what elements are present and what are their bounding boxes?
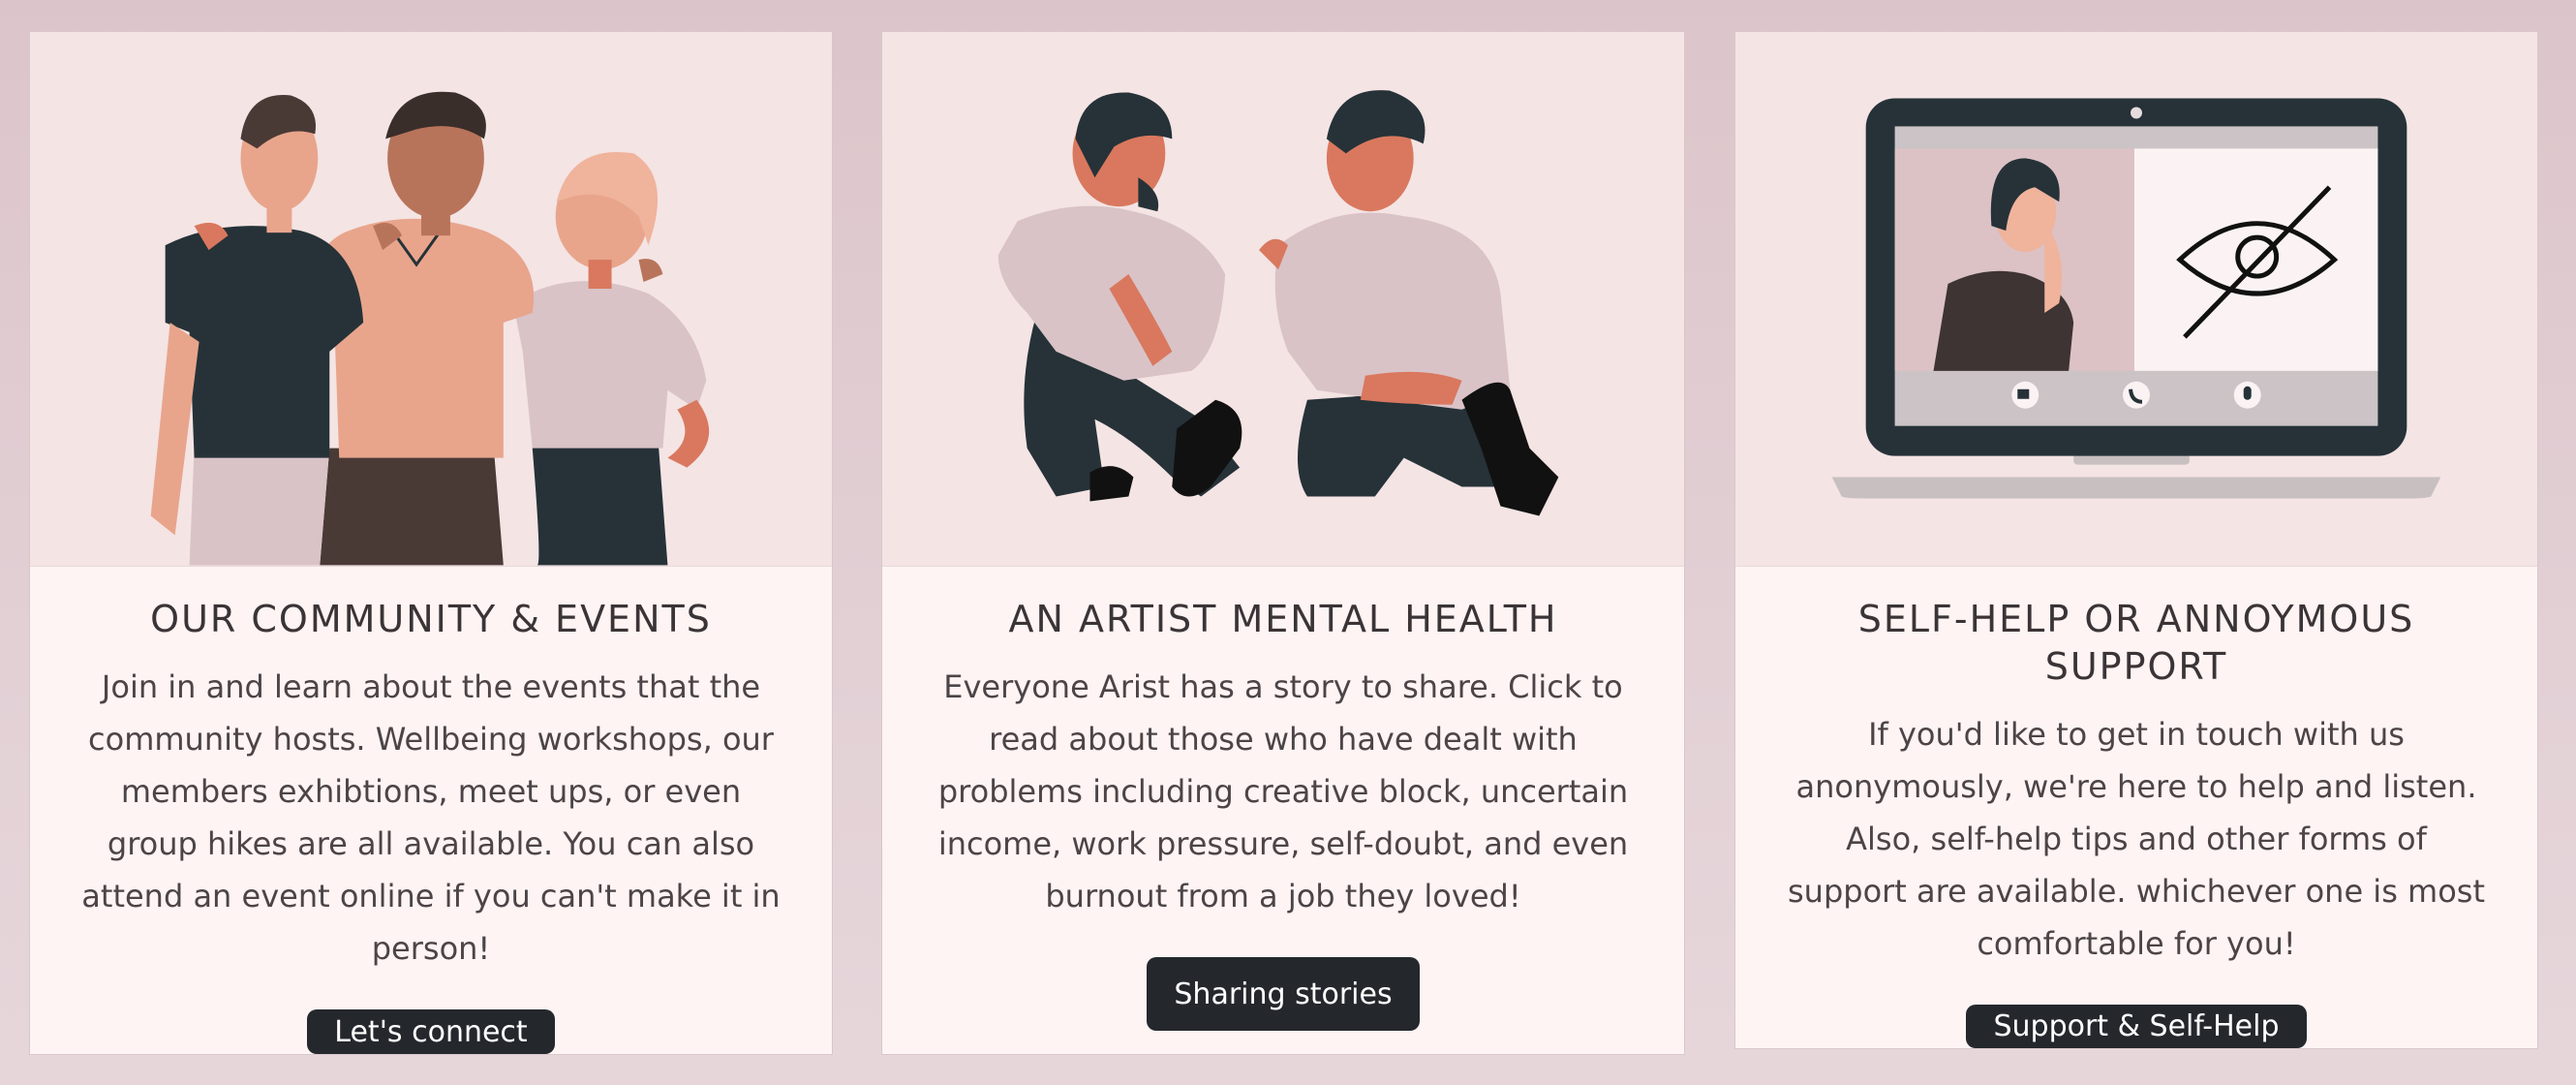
lets-connect-button[interactable]: Let's connect xyxy=(307,1009,555,1054)
two-men-sitting-talking-illustration xyxy=(882,32,1684,567)
card-title: AN ARTIST MENTAL HEALTH xyxy=(1008,598,1558,640)
card-description: If you'd like to get in touch with us an… xyxy=(1787,716,2485,962)
artist-mental-health-card: AN ARTIST MENTAL HEALTH Everyone Arist h… xyxy=(881,31,1685,1055)
support-self-help-button[interactable]: Support & Self-Help xyxy=(1966,1005,2307,1048)
community-events-card: OUR COMMUNITY & EVENTS Join in and learn… xyxy=(29,31,833,1055)
card-description: Join in and learn about the events that … xyxy=(81,668,781,967)
self-help-anonymous-support-card: SELF-HELP OR ANNOYMOUS SUPPORT If you'd … xyxy=(1734,31,2538,1049)
sharing-stories-button[interactable]: Sharing stories xyxy=(1147,957,1420,1031)
laptop-video-call-illustration xyxy=(1735,32,2537,567)
card-description: Everyone Arist has a story to share. Cli… xyxy=(937,668,1629,914)
card-title: OUR COMMUNITY & EVENTS xyxy=(150,598,712,640)
card-title: SELF-HELP OR ANNOYMOUS SUPPORT xyxy=(1857,598,2415,688)
three-friends-illustration xyxy=(30,32,832,567)
